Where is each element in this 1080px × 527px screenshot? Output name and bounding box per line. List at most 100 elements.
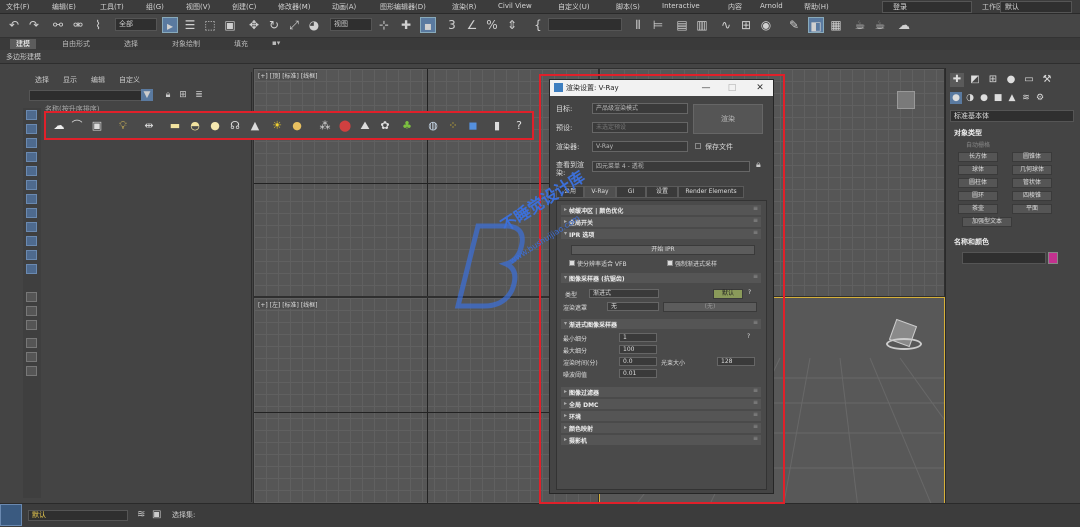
curve-editor-icon[interactable]: ∿ bbox=[718, 17, 734, 33]
vray-fur-icon[interactable]: ⁂ bbox=[318, 119, 332, 133]
folder-icon[interactable] bbox=[26, 366, 37, 376]
menu-scripting[interactable]: 脚本(S) bbox=[616, 2, 640, 12]
sphere-button[interactable]: 球体 bbox=[958, 165, 998, 175]
scale-icon[interactable]: ⤢ bbox=[286, 17, 302, 33]
filter-xrefs-icon[interactable] bbox=[26, 208, 37, 218]
vray-color-icon[interactable]: ⁘ bbox=[446, 119, 460, 133]
snap-3d-icon[interactable]: 3 bbox=[444, 17, 460, 33]
filter-shapes-icon[interactable] bbox=[26, 124, 37, 134]
vray-vfb-icon[interactable]: ◼ bbox=[466, 119, 480, 133]
vray-ies-icon[interactable]: ⌒ bbox=[70, 119, 84, 133]
toggle-ribbon-icon[interactable]: ▥ bbox=[694, 17, 710, 33]
layer-icon[interactable]: ≣ bbox=[193, 89, 205, 101]
ribbon-tab-selection[interactable]: 选择 bbox=[124, 39, 138, 49]
vray-ambient-icon[interactable]: ▣ bbox=[90, 119, 104, 133]
vray-plant-icon[interactable]: ♣ bbox=[400, 119, 414, 133]
bind-spacewarp-icon[interactable]: ⌇ bbox=[90, 17, 106, 33]
vray-convert-icon[interactable]: ▮ bbox=[490, 119, 504, 133]
geometry-icon[interactable]: ● bbox=[950, 92, 962, 104]
torus-button[interactable]: 圆环 bbox=[958, 191, 998, 201]
menu-file[interactable]: 文件(F) bbox=[6, 2, 30, 12]
scene-menu-edit[interactable]: 编辑 bbox=[91, 75, 105, 85]
vray-scene-icon[interactable]: ✿ bbox=[378, 119, 392, 133]
funnel-icon[interactable] bbox=[26, 352, 37, 362]
lock-icon[interactable]: 🔒︎ bbox=[162, 89, 174, 101]
link-icon[interactable]: ⚯ bbox=[50, 17, 66, 33]
pivot-icon[interactable]: ⊹ bbox=[376, 17, 392, 33]
render-production-icon[interactable]: ☕ bbox=[852, 17, 868, 33]
vray-camera-icon[interactable]: ⇹ bbox=[142, 119, 156, 133]
filter-cameras-icon[interactable] bbox=[26, 152, 37, 162]
render-frame-icon[interactable]: ◧ bbox=[808, 17, 824, 33]
autogrid-checkbox[interactable]: 自动栅格 bbox=[966, 140, 990, 149]
filter-frozen-icon[interactable] bbox=[26, 250, 37, 260]
viewport-top-label[interactable]: [+] [顶] [标准] [线框] bbox=[258, 71, 318, 80]
sync-selection-icon[interactable] bbox=[26, 338, 37, 348]
display-all-icon[interactable] bbox=[26, 292, 37, 302]
vray-dome-icon[interactable]: ◓ bbox=[188, 119, 202, 133]
display-tab-icon[interactable]: ▭ bbox=[1022, 73, 1036, 87]
textplus-button[interactable]: 加强型文本 bbox=[962, 217, 1012, 227]
vray-mesh-light-icon[interactable]: ☊ bbox=[228, 119, 242, 133]
filter-spacewarps-icon[interactable] bbox=[26, 180, 37, 190]
vray-plane-icon[interactable]: ▬ bbox=[168, 119, 182, 133]
vray-spot-icon[interactable]: ▲ bbox=[248, 119, 262, 133]
modify-tab-icon[interactable]: ◩ bbox=[968, 73, 982, 87]
place-icon[interactable]: ◕ bbox=[306, 17, 322, 33]
create-tab-icon[interactable]: ✚ bbox=[950, 73, 964, 87]
menu-rendering[interactable]: 渲染(R) bbox=[452, 2, 476, 12]
filter-geometry-icon[interactable] bbox=[26, 110, 37, 120]
display-invert-icon[interactable] bbox=[26, 320, 37, 330]
menu-edit[interactable]: 编辑(E) bbox=[52, 2, 76, 12]
menu-content[interactable]: 内容 bbox=[728, 2, 742, 12]
spacewarps-icon[interactable]: ≋ bbox=[1020, 92, 1032, 104]
unlink-icon[interactable]: ⚮ bbox=[70, 17, 86, 33]
cameras-icon[interactable]: ■ bbox=[992, 92, 1004, 104]
render-setup-icon[interactable]: ✎ bbox=[786, 17, 802, 33]
viewport-layout-icon[interactable] bbox=[0, 504, 22, 526]
selection-filter-dropdown[interactable]: 全部 bbox=[115, 18, 157, 31]
ribbon-tab-freeform[interactable]: 自由形式 bbox=[62, 39, 90, 49]
vray-sun-icon[interactable]: ☀ bbox=[270, 119, 284, 133]
hierarchy-icon[interactable]: ⊞ bbox=[177, 89, 189, 101]
layers-icon[interactable]: ≋ bbox=[137, 509, 145, 520]
scene-menu-select[interactable]: 选择 bbox=[35, 75, 49, 85]
utilities-tab-icon[interactable]: ⚒ bbox=[1040, 73, 1054, 87]
filter-groups-icon[interactable] bbox=[26, 194, 37, 204]
plane-button[interactable]: 平面 bbox=[1012, 204, 1052, 214]
rect-selection-icon[interactable]: ⬚ bbox=[202, 17, 218, 33]
teapot-button[interactable]: 茶壶 bbox=[958, 204, 998, 214]
viewport-left-label[interactable]: [+] [左] [标准] [线框] bbox=[258, 300, 318, 309]
selection-set-icon[interactable]: ▣ bbox=[152, 509, 161, 520]
menu-tools[interactable]: 工具(T) bbox=[100, 2, 124, 12]
spinner-snap-icon[interactable]: ⇕ bbox=[504, 17, 520, 33]
select-manipulate-icon[interactable]: ✚ bbox=[398, 17, 414, 33]
named-selection-dropdown[interactable] bbox=[548, 18, 622, 31]
name-color-title[interactable]: 名称和颜色 bbox=[954, 237, 989, 247]
menu-graph-editors[interactable]: 图形编辑器(D) bbox=[380, 2, 426, 12]
menu-create[interactable]: 创建(C) bbox=[232, 2, 256, 12]
view-cube-icon[interactable] bbox=[897, 91, 915, 109]
object-type-title[interactable]: 对象类型 bbox=[954, 128, 982, 138]
box-button[interactable]: 长方体 bbox=[958, 152, 998, 162]
filter-containers-icon[interactable] bbox=[26, 236, 37, 246]
menu-arnold[interactable]: Arnold bbox=[760, 2, 783, 10]
scene-menu-customize[interactable]: 自定义 bbox=[119, 75, 140, 85]
ribbon-tab-modeling[interactable]: 建模 bbox=[10, 39, 36, 49]
select-by-name-icon[interactable]: ☰ bbox=[182, 17, 198, 33]
cone-button[interactable]: 圆锥体 bbox=[1012, 152, 1052, 162]
render-iterative-icon[interactable]: ☕ bbox=[872, 17, 888, 33]
filter-hidden-icon[interactable] bbox=[26, 264, 37, 274]
keyboard-shortcut-icon[interactable]: ▪ bbox=[420, 17, 436, 33]
schematic-view-icon[interactable]: ⊞ bbox=[738, 17, 754, 33]
redo-icon[interactable]: ↷ bbox=[26, 17, 42, 33]
vray-proxy-icon[interactable]: ⬤ bbox=[338, 119, 352, 133]
vray-material-icon[interactable]: ◍ bbox=[426, 119, 440, 133]
shapes-icon[interactable]: ◑ bbox=[964, 92, 976, 104]
workspace-dropdown[interactable]: 默认 bbox=[1000, 1, 1072, 13]
move-icon[interactable]: ✥ bbox=[246, 17, 262, 33]
mirror-icon[interactable]: ⫴ bbox=[630, 17, 646, 33]
layer-dropdown[interactable]: 默认 bbox=[28, 510, 128, 521]
vray-sky-icon[interactable]: ● bbox=[290, 119, 304, 133]
systems-icon[interactable]: ⚙ bbox=[1034, 92, 1046, 104]
